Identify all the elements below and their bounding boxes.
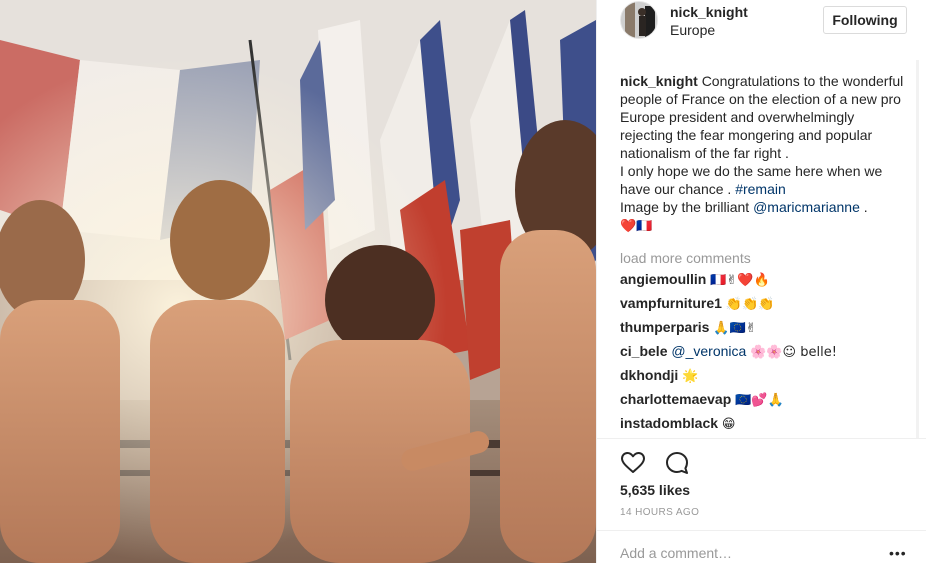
comment-item: vampfurniture1 👏👏👏 [620,291,910,315]
post-location[interactable]: Europe [670,22,715,38]
action-bar [620,450,704,476]
comment-username[interactable]: charlottemaevap [620,391,731,407]
comment-text: 🇫🇷✌❤️🔥 [710,273,770,288]
comment-text: 😁 [721,417,736,432]
following-button[interactable]: Following [823,6,907,34]
comment-text: 🙏🇪🇺✌ [713,321,757,336]
hashtag-link[interactable]: #remain [735,181,786,197]
comment-item: thumperparis 🙏🇪🇺✌ [620,315,910,339]
comment-username[interactable]: ci_bele [620,343,667,359]
comment-item: instadomblack 😁 [620,411,910,435]
caption-text-4: . [863,199,868,215]
comment-username[interactable]: instadomblack [620,415,718,431]
instagram-post-view: nick_knight Europe Following nick_knight… [0,0,926,563]
post-photo[interactable] [0,0,596,563]
load-more-comments-link[interactable]: load more comments [620,249,910,267]
comment-username[interactable]: vampfurniture1 [620,295,722,311]
likes-count[interactable]: 5,635 likes [620,482,690,498]
comment-text: 👏👏👏 [725,297,775,312]
more-options-icon[interactable]: ••• [889,545,907,561]
comment-username[interactable]: angiemoullin [620,271,706,287]
comment-item: dkhondji 🌟 [620,363,910,387]
caption-username[interactable]: nick_knight [620,73,698,89]
comment-item: charlottemaevap 🇪🇺💕🙏 [620,387,910,411]
comment-mention[interactable]: @_veronica [671,343,746,359]
comment-username[interactable]: dkhondji [620,367,678,383]
photo-illustration [0,0,596,563]
comment-icon[interactable] [664,450,690,476]
comment-item: angiemoullin 🇫🇷✌❤️🔥 [620,267,910,291]
post-username[interactable]: nick_knight [670,4,748,20]
avatar-image [621,2,657,38]
divider [597,438,926,439]
comments-scrollbar[interactable] [916,60,919,438]
comments-list[interactable]: nick_knight Congratulations to the wonde… [620,60,910,438]
post-timestamp[interactable]: 14 HOURS AGO [620,507,699,518]
comment-text: 🇪🇺💕🙏 [735,393,784,408]
add-comment-input[interactable]: Add a comment… [620,545,732,561]
post-header: nick_knight Europe Following [597,0,926,42]
avatar[interactable] [620,1,658,39]
mention-link[interactable]: @maricmarianne [753,199,860,215]
comment-item: ci_bele @_veronica 🌸🌸☺ belle! [620,339,910,363]
comment-text: 🌸🌸☺ belle! [750,345,837,360]
caption-text-3: Image by the brilliant [620,199,750,215]
comment-username[interactable]: thumperparis [620,319,709,335]
comment-text: 🌟 [682,369,699,384]
divider [597,530,926,531]
post-caption: nick_knight Congratulations to the wonde… [620,72,910,236]
caption-emojis: ❤️🇫🇷 [620,219,653,234]
heart-icon[interactable] [620,450,646,476]
post-sidebar: nick_knight Europe Following nick_knight… [596,0,926,563]
